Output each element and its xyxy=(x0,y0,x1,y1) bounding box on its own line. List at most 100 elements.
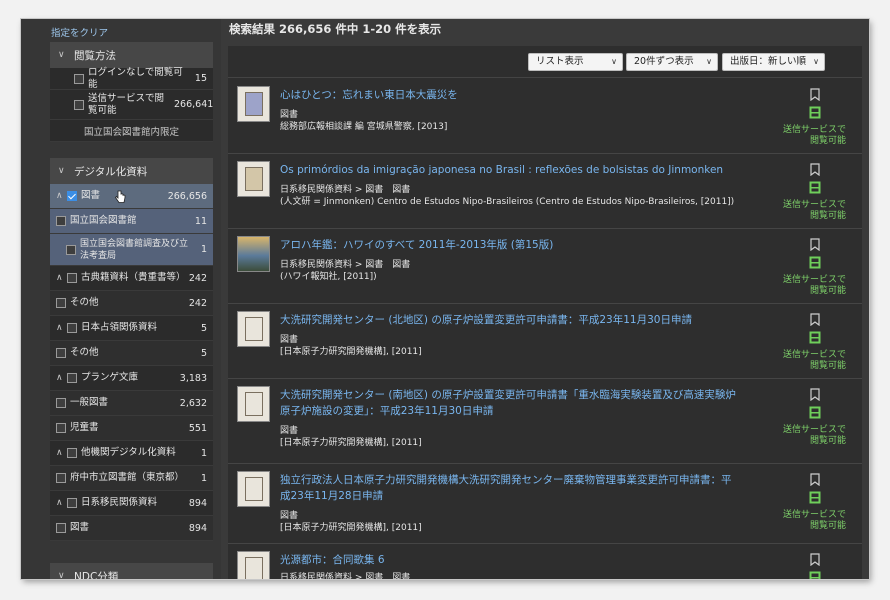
checkbox[interactable] xyxy=(67,323,77,333)
bookmark-icon[interactable] xyxy=(810,388,820,401)
facet-option-ndl-research[interactable]: 国立国会図書館調査及び立法考査局 1 xyxy=(50,234,213,266)
chevron-up-icon[interactable]: ∧ xyxy=(56,191,67,201)
facet-option-fuchu-library[interactable]: 府中市立図書館（東京都） 1 xyxy=(50,466,213,491)
result-title-link[interactable]: 独立行政法人日本原子力研究開発機構大洗研究開発センター廃棄物管理事業変更許可申請… xyxy=(280,472,740,504)
checkbox[interactable] xyxy=(56,298,66,308)
result-publisher: [日本原子力研究開発機構], [2011] xyxy=(280,438,422,448)
book-thumbnail[interactable] xyxy=(237,551,270,579)
result-item: 大洗研究開発センター (北地区) の原子炉設置変更許可申請書：平成23年11月3… xyxy=(228,304,862,379)
filter-sidebar: 指定をクリア ∨ 閲覧方法 ログインなしで閲覧可能 15 送信サービスで閲覧可能… xyxy=(21,19,221,579)
hand-pointer-icon xyxy=(114,190,126,203)
facet-option-occupation[interactable]: ∧ 日本占領関係資料 5 xyxy=(50,316,213,341)
facet-digitized-materials: ∨ デジタル化資料 ∧ 図書 266,656 国立国会図書館 11 国立国会図書… xyxy=(50,158,213,541)
result-item: 光源都市：合同歌集 6 日系移民関係資料 > 図書 図書 xyxy=(228,544,862,579)
chevron-down-icon: ∨ xyxy=(58,50,65,60)
digital-viewer-icon[interactable] xyxy=(809,406,821,419)
facet-option-general-books[interactable]: 一般図書 2,632 xyxy=(50,391,213,416)
digital-viewer-icon[interactable] xyxy=(809,491,821,504)
clear-filters-link[interactable]: 指定をクリア xyxy=(51,25,108,39)
checkbox[interactable] xyxy=(56,398,66,408)
facet-option-emigration-books[interactable]: 図書 894 xyxy=(50,516,213,541)
chevron-up-icon[interactable]: ∧ xyxy=(56,273,67,283)
result-title-link[interactable]: 大洗研究開発センター (北地区) の原子炉設置変更許可申請書：平成23年11月3… xyxy=(280,312,740,328)
per-page-select[interactable]: 20件ずつ表示 ∨ xyxy=(626,53,718,71)
chevron-up-icon[interactable]: ∧ xyxy=(56,448,67,458)
book-thumbnail[interactable] xyxy=(237,471,270,507)
facet-option-japanese-emigration[interactable]: ∧ 日系移民関係資料 894 xyxy=(50,491,213,516)
result-item: 心はひとつ：忘れまい東日本大震災を 図書 総務部広報相談課 編 宮城県警察, [… xyxy=(228,79,862,154)
checkbox-checked[interactable] xyxy=(67,191,77,201)
sort-select[interactable]: 出版日：新しい順 ∨ xyxy=(722,53,825,71)
chevron-up-icon[interactable]: ∧ xyxy=(56,323,67,333)
book-thumbnail[interactable] xyxy=(237,236,270,272)
facet-option-ndl-only[interactable]: 国立国会図書館内限定 xyxy=(50,120,213,142)
digital-viewer-icon[interactable] xyxy=(809,571,821,579)
result-title-link[interactable]: Os primórdios da imigração japonesa no B… xyxy=(280,162,780,178)
result-title-link[interactable]: アロハ年鑑：ハワイのすべて 2011年-2013年版 (第15版) xyxy=(280,237,740,253)
bookmark-icon[interactable] xyxy=(810,473,820,486)
bookmark-icon[interactable] xyxy=(810,313,820,326)
facet-option-other-2[interactable]: その他 5 xyxy=(50,341,213,366)
digital-viewer-icon[interactable] xyxy=(809,256,821,269)
facet-ndc: ∨ NDC分類 xyxy=(50,563,213,579)
chevron-down-icon: ∨ xyxy=(611,57,617,66)
facet-option-other[interactable]: その他 242 xyxy=(50,291,213,316)
bookmark-icon[interactable] xyxy=(810,238,820,251)
checkbox[interactable] xyxy=(56,523,66,533)
checkbox[interactable] xyxy=(67,498,77,508)
facet-option-childrens-books[interactable]: 児童書 551 xyxy=(50,416,213,441)
result-title-link[interactable]: 光源都市：合同歌集 6 xyxy=(280,552,740,568)
checkbox[interactable] xyxy=(56,423,66,433)
bookmark-icon[interactable] xyxy=(810,163,820,176)
result-publisher: (ハワイ報知社, [2011]) xyxy=(280,272,377,282)
chevron-up-icon[interactable]: ∧ xyxy=(56,498,67,508)
facet-title: 閲覧方法 xyxy=(74,49,116,62)
checkbox[interactable] xyxy=(56,473,66,483)
book-thumbnail[interactable] xyxy=(237,161,270,197)
result-item: アロハ年鑑：ハワイのすべて 2011年-2013年版 (第15版) 日系移民関係… xyxy=(228,229,862,304)
digital-viewer-icon[interactable] xyxy=(809,331,821,344)
book-thumbnail[interactable] xyxy=(237,386,270,422)
digital-viewer-icon[interactable] xyxy=(809,181,821,194)
result-type: 日系移民関係資料 > 図書 図書 xyxy=(280,573,411,579)
facet-option-ndl[interactable]: 国立国会図書館 11 xyxy=(50,209,213,234)
result-title-link[interactable]: 心はひとつ：忘れまい東日本大震災を xyxy=(280,87,740,103)
service-availability: 送信サービスで 閲覧可能 xyxy=(782,275,846,296)
book-thumbnail[interactable] xyxy=(237,86,270,122)
checkbox[interactable] xyxy=(56,348,66,358)
bookmark-icon[interactable] xyxy=(810,553,820,566)
facet-header-ndc[interactable]: ∨ NDC分類 xyxy=(50,563,213,579)
service-availability: 送信サービスで 閲覧可能 xyxy=(782,510,846,531)
facet-option-transmission-service[interactable]: 送信サービスで閲覧可能 266,641 xyxy=(50,90,213,120)
chevron-down-icon: ∨ xyxy=(813,57,819,66)
service-availability: 送信サービスで 閲覧可能 xyxy=(782,425,846,446)
digital-viewer-icon[interactable] xyxy=(809,106,821,119)
service-availability: 送信サービスで 閲覧可能 xyxy=(782,350,846,371)
result-title-link[interactable]: 大洗研究開発センター (南地区) の原子炉設置変更許可申請書「重水臨海実験装置及… xyxy=(280,387,740,419)
checkbox[interactable] xyxy=(67,448,77,458)
result-publisher: [日本原子力研究開発機構], [2011] xyxy=(280,347,422,357)
results-panel: リスト表示 ∨ 20件ずつ表示 ∨ 出版日：新しい順 ∨ 心はひとつ：忘れまい東… xyxy=(228,46,862,579)
facet-header-digitized[interactable]: ∨ デジタル化資料 xyxy=(50,158,213,184)
checkbox[interactable] xyxy=(74,99,84,110)
facet-option-rare-books[interactable]: ∧ 古典籍資料（貴重書等） 242 xyxy=(50,266,213,291)
facet-option-other-institutions[interactable]: ∧ 他機関デジタル化資料 1 xyxy=(50,441,213,466)
chevron-up-icon[interactable]: ∧ xyxy=(56,373,67,383)
facet-header-access[interactable]: ∨ 閲覧方法 xyxy=(50,42,213,68)
book-thumbnail[interactable] xyxy=(237,311,270,347)
facet-option-prange[interactable]: ∧ プランゲ文庫 3,183 xyxy=(50,366,213,391)
bookmark-icon[interactable] xyxy=(810,88,820,101)
result-item: 大洗研究開発センター (南地区) の原子炉設置変更許可申請書「重水臨海実験装置及… xyxy=(228,379,862,464)
app-window: 指定をクリア ∨ 閲覧方法 ログインなしで閲覧可能 15 送信サービスで閲覧可能… xyxy=(21,19,869,579)
view-mode-select[interactable]: リスト表示 ∨ xyxy=(528,53,623,71)
facet-option-books[interactable]: ∧ 図書 266,656 xyxy=(50,184,213,209)
checkbox[interactable] xyxy=(56,216,66,226)
checkbox[interactable] xyxy=(66,244,76,255)
checkbox[interactable] xyxy=(67,273,77,283)
facet-option-login-free[interactable]: ログインなしで閲覧可能 15 xyxy=(50,67,213,90)
checkbox[interactable] xyxy=(67,373,77,383)
service-availability: 送信サービスで 閲覧可能 xyxy=(782,200,846,221)
chevron-down-icon: ∨ xyxy=(58,571,65,579)
result-publisher: [日本原子力研究開発機構], [2011] xyxy=(280,523,422,533)
checkbox[interactable] xyxy=(74,73,84,84)
